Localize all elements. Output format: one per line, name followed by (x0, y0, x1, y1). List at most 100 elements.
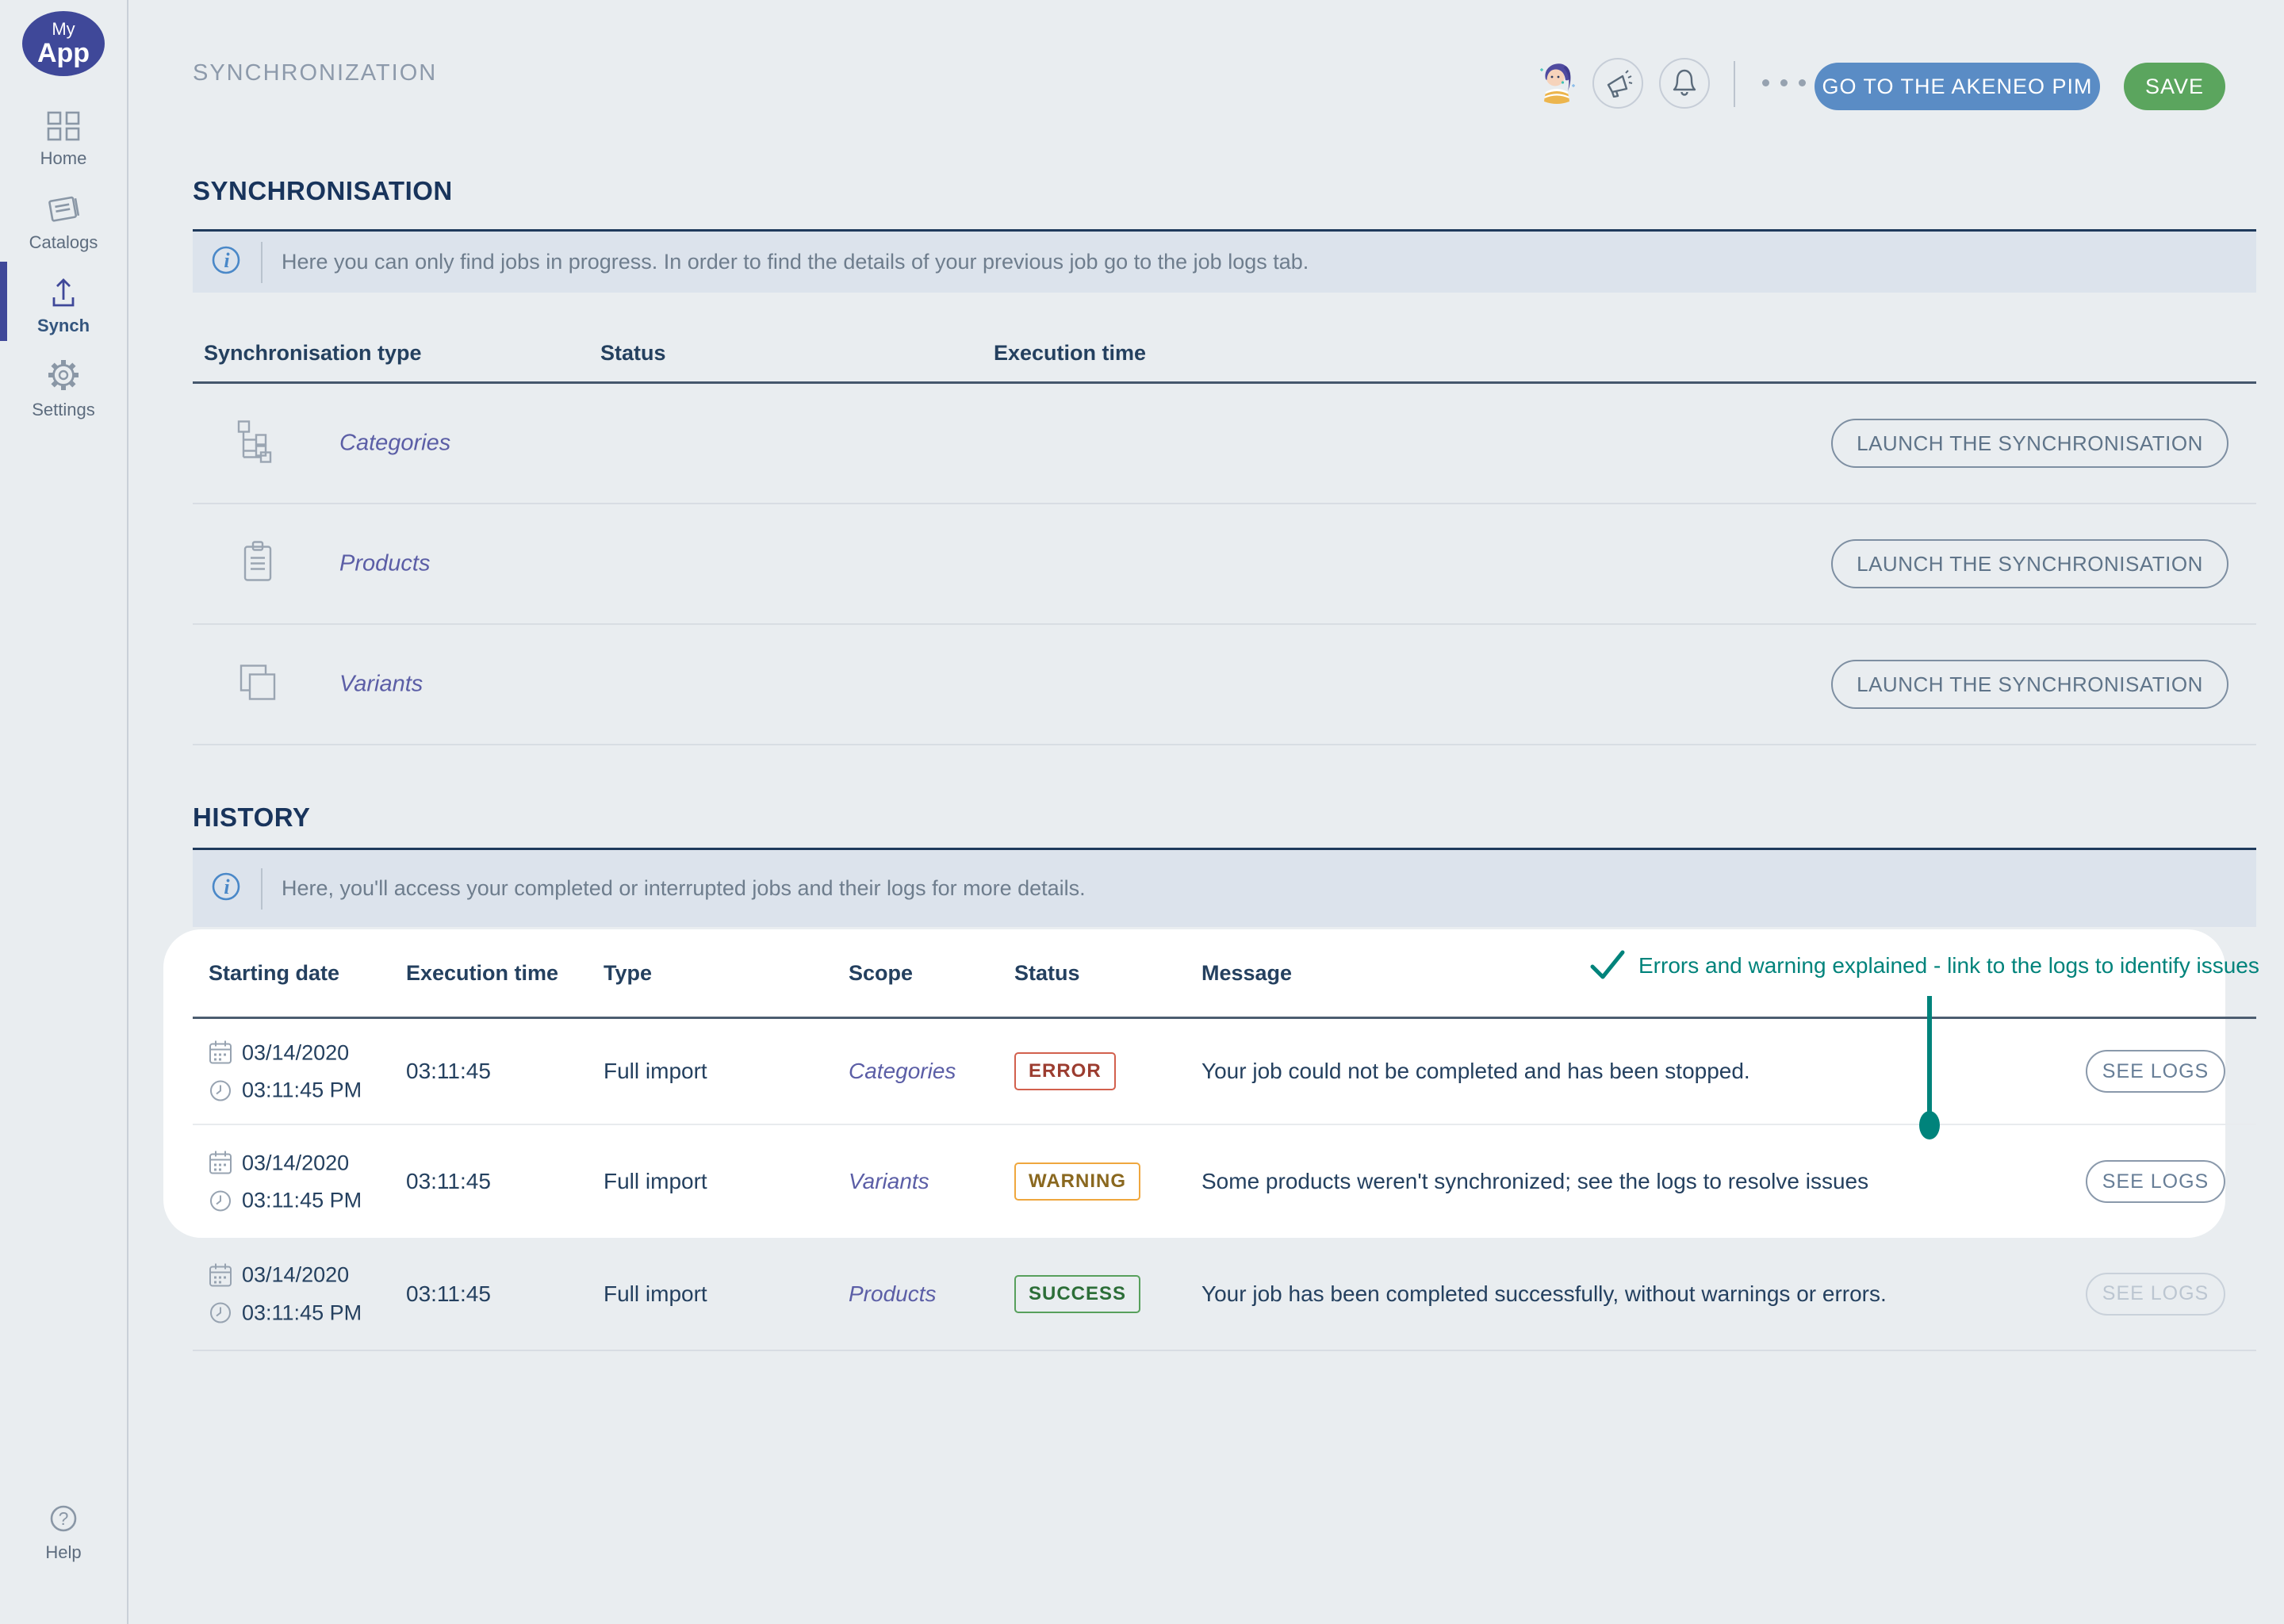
sidebar-item-home[interactable]: Home (0, 102, 127, 178)
clipboard-icon (236, 540, 280, 588)
launch-sync-button[interactable]: LAUNCH THE SYNCHRONISATION (1831, 539, 2228, 588)
see-logs-button[interactable]: SEE LOGS (2086, 1160, 2225, 1203)
logo-line1: My (52, 21, 75, 38)
sync-type-link[interactable]: Variants (339, 672, 423, 698)
annotation-pointer-dot (1919, 1111, 1940, 1139)
history-row-warning: 03/14/2020 03:11:45 PM 03:11:45 Full imp… (193, 1125, 2256, 1238)
history-section-title: HISTORY (193, 802, 310, 833)
app-logo: My App (22, 11, 105, 76)
notifications-button[interactable] (1659, 58, 1710, 109)
clock-icon (209, 1301, 232, 1325)
sync-info-text: Here you can only find jobs in progress.… (282, 250, 1309, 274)
launch-sync-button[interactable]: LAUNCH THE SYNCHRONISATION (1831, 660, 2228, 709)
sync-info-banner: i Here you can only find jobs in progres… (193, 229, 2256, 293)
calendar-icon (209, 1262, 232, 1288)
starting-date-cell: 03/14/2020 03:11:45 PM (209, 1151, 362, 1213)
sync-row-categories: Categories LAUNCH THE SYNCHRONISATION (193, 384, 2256, 504)
annotation-pointer-line (1927, 996, 1932, 1115)
ellipsis-dot (1799, 79, 1806, 86)
column-header-execution-time: Execution time (994, 341, 1146, 366)
save-button[interactable]: SAVE (2124, 63, 2225, 110)
sidebar-item-settings[interactable]: Settings (0, 350, 127, 427)
starting-time-value: 03:11:45 PM (242, 1189, 362, 1213)
execution-time-cell: 03:11:45 (406, 1169, 491, 1194)
starting-date-cell: 03/14/2020 03:11:45 PM (209, 1040, 362, 1103)
annotation-note: Errors and warning explained - link to t… (1589, 948, 2259, 986)
sync-type-link[interactable]: Categories (339, 431, 450, 457)
sidebar-item-label: Settings (32, 400, 95, 420)
sync-row-products: Products LAUNCH THE SYNCHRONISATION (193, 504, 2256, 625)
see-logs-button[interactable]: SEE LOGS (2086, 1050, 2225, 1093)
svg-text:i: i (224, 875, 230, 898)
bell-icon (1669, 66, 1700, 102)
sidebar-item-label: Home (40, 148, 87, 169)
status-badge-wrap: SUCCESS (1014, 1275, 1140, 1313)
column-header-status: Status (600, 341, 666, 366)
help-icon: ? (47, 1502, 80, 1535)
banner-divider (261, 868, 263, 910)
starting-time-value: 03:11:45 PM (242, 1078, 362, 1103)
sidebar-item-catalogs[interactable]: Catalogs (0, 184, 127, 260)
svg-text:?: ? (59, 1508, 69, 1529)
see-logs-cell: SEE LOGS (2086, 1050, 2225, 1093)
column-header-message: Message (1201, 961, 1292, 986)
sidebar-item-label: Catalogs (29, 232, 98, 253)
column-header-scope: Scope (849, 961, 913, 986)
banner-divider (261, 242, 263, 283)
history-row-success: 03/14/2020 03:11:45 PM 03:11:45 Full imp… (193, 1238, 2256, 1351)
execution-time-cell: 03:11:45 (406, 1281, 491, 1307)
see-logs-cell: SEE LOGS (2086, 1160, 2225, 1203)
calendar-icon (209, 1040, 232, 1066)
status-badge-warning: WARNING (1014, 1162, 1140, 1201)
category-tree-icon (236, 419, 280, 468)
scope-link[interactable]: Products (849, 1281, 937, 1307)
column-header-execution-time: Execution time (406, 961, 558, 986)
variants-icon (236, 661, 280, 709)
app-window: My App Home (0, 0, 2284, 1624)
calendar-icon (209, 1151, 232, 1176)
user-avatar[interactable] (1535, 57, 1578, 106)
sidebar-item-help[interactable]: ? Help (0, 1494, 127, 1570)
sync-row-variants: Variants LAUNCH THE SYNCHRONISATION (193, 625, 2256, 745)
scope-link[interactable]: Variants (849, 1169, 929, 1194)
history-info-banner: i Here, you'll access your completed or … (193, 848, 2256, 927)
megaphone-icon (1602, 66, 1634, 102)
ellipsis-dot (1762, 79, 1769, 86)
history-row-error: 03/14/2020 03:11:45 PM 03:11:45 Full imp… (193, 1019, 2256, 1125)
more-options-button[interactable] (1762, 79, 1806, 86)
page-title: SYNCHRONIZATION (193, 60, 437, 86)
sidebar-item-label: Help (45, 1542, 81, 1563)
check-icon (1589, 948, 1626, 986)
type-cell: Full import (604, 1169, 707, 1194)
clock-icon (209, 1078, 232, 1102)
starting-time-value: 03:11:45 PM (242, 1300, 362, 1325)
sidebar-item-synch[interactable]: Synch (0, 267, 127, 343)
sync-type-link[interactable]: Products (339, 551, 430, 577)
sync-table-header: Synchronisation type Status Execution ti… (193, 341, 2256, 381)
starting-date-cell: 03/14/2020 03:11:45 PM (209, 1262, 362, 1325)
status-badge-wrap: WARNING (1014, 1162, 1140, 1201)
column-header-type: Synchronisation type (204, 341, 422, 366)
ellipsis-dot (1780, 79, 1788, 86)
clock-icon (209, 1189, 232, 1212)
launch-sync-button[interactable]: LAUNCH THE SYNCHRONISATION (1831, 419, 2228, 468)
logo-line2: App (37, 40, 90, 67)
scope-link[interactable]: Categories (849, 1059, 956, 1084)
column-header-starting-date: Starting date (209, 961, 339, 986)
starting-date-value: 03/14/2020 (242, 1151, 349, 1175)
starting-date-value: 03/14/2020 (242, 1263, 349, 1288)
go-to-pim-button[interactable]: GO TO THE AKENEO PIM (1815, 63, 2100, 110)
sync-section-title: SYNCHRONISATION (193, 176, 453, 206)
message-cell: Your job could not be completed and has … (1201, 1059, 2042, 1084)
annotation-text: Errors and warning explained - link to t… (1638, 948, 2259, 979)
message-cell: Some products weren't synchronized; see … (1201, 1169, 2042, 1194)
status-badge-wrap: ERROR (1014, 1052, 1116, 1090)
message-cell: Your job has been completed successfully… (1201, 1281, 2042, 1307)
column-header-status: Status (1014, 961, 1080, 986)
info-icon: i (210, 871, 242, 906)
grid-icon (47, 111, 80, 141)
see-logs-button-disabled[interactable]: SEE LOGS (2086, 1273, 2225, 1316)
status-badge-success: SUCCESS (1014, 1275, 1140, 1313)
announcements-button[interactable] (1592, 58, 1643, 109)
book-icon (45, 192, 82, 225)
